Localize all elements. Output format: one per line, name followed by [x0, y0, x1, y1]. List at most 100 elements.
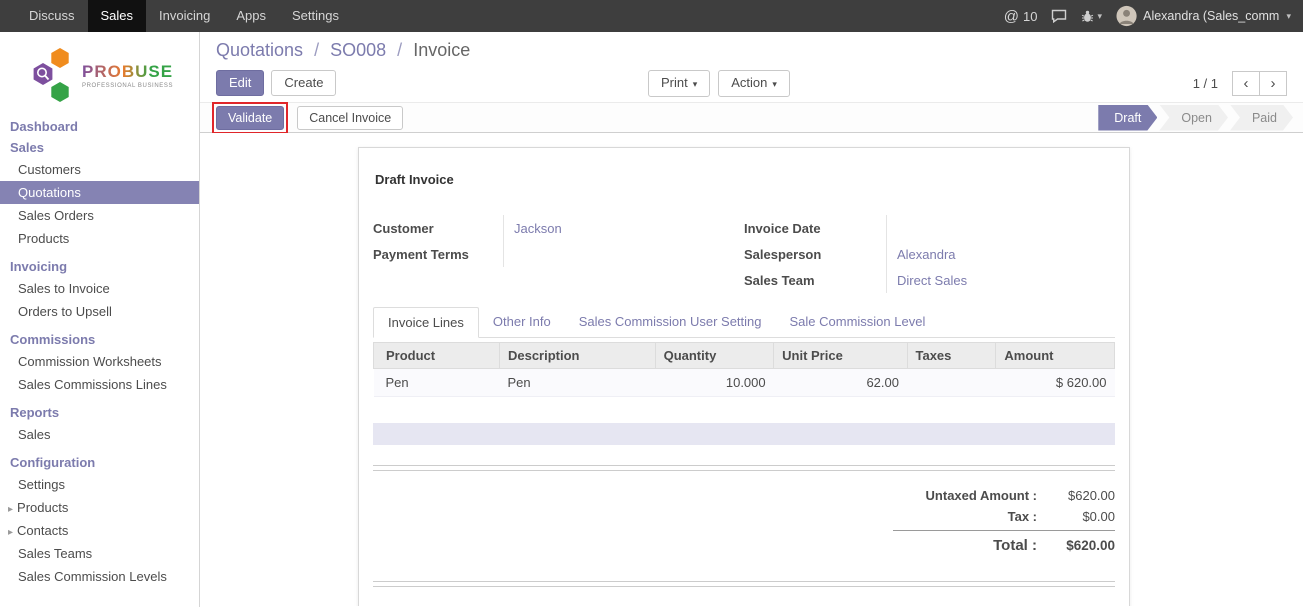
- sidebar-item-quotations[interactable]: Quotations: [0, 181, 199, 204]
- cell-product: Pen: [374, 369, 500, 397]
- breadcrumb-quotations[interactable]: Quotations: [216, 40, 303, 60]
- status-pipeline: Draft Open Paid: [1098, 105, 1293, 131]
- customer-value-link[interactable]: Jackson: [503, 215, 744, 241]
- action-label: Action: [731, 75, 767, 90]
- menu-apps[interactable]: Apps: [223, 0, 279, 32]
- tab-invoice-lines[interactable]: Invoice Lines: [373, 307, 479, 338]
- sidebar-item-commission-worksheets[interactable]: Commission Worksheets: [0, 350, 199, 373]
- col-header-quantity[interactable]: Quantity: [655, 343, 774, 369]
- salesperson-value-link[interactable]: Alexandra: [886, 241, 1115, 267]
- sidebar-item-sales-commissions-lines[interactable]: Sales Commissions Lines: [0, 373, 199, 396]
- invoice-title: Draft Invoice: [375, 172, 1115, 187]
- breadcrumb-so008[interactable]: SO008: [330, 40, 386, 60]
- sidebar-item-orders-to-upsell[interactable]: Orders to Upsell: [0, 300, 199, 323]
- print-dropdown-button[interactable]: Print▾: [648, 70, 710, 97]
- mentions-button[interactable]: @ 10: [1004, 8, 1038, 25]
- sidebar-heading-invoicing[interactable]: Invoicing: [0, 256, 199, 277]
- menu-discuss[interactable]: Discuss: [16, 0, 88, 32]
- pager: 1 / 1 ‹ ›: [1193, 71, 1287, 96]
- sidebar-heading-commissions[interactable]: Commissions: [0, 329, 199, 350]
- untaxed-amount-value: $620.00: [1037, 488, 1115, 503]
- annotation-highlight-box: Validate: [212, 102, 288, 134]
- salesperson-label: Salesperson: [744, 247, 886, 262]
- col-header-product[interactable]: Product: [374, 343, 500, 369]
- sidebar-heading-configuration[interactable]: Configuration: [0, 452, 199, 473]
- tax-row: Tax : $0.00: [893, 506, 1115, 527]
- next-page-button[interactable]: ›: [1259, 71, 1287, 96]
- messages-button[interactable]: [1051, 9, 1067, 23]
- col-header-taxes[interactable]: Taxes: [907, 343, 996, 369]
- sidebar-item-sales-teams[interactable]: Sales Teams: [0, 542, 199, 565]
- menu-settings[interactable]: Settings: [279, 0, 352, 32]
- total-label: Total :: [993, 537, 1037, 554]
- sidebar-item-customers[interactable]: Customers: [0, 158, 199, 181]
- sidebar-item-config-products[interactable]: ▸Products: [0, 496, 199, 519]
- tab-sales-commission-user-setting[interactable]: Sales Commission User Setting: [565, 307, 776, 337]
- empty-highlighted-row[interactable]: [373, 423, 1115, 445]
- field-customer: Customer Jackson: [373, 215, 744, 241]
- control-bar: Quotations / SO008 / Invoice Edit Create…: [200, 32, 1303, 102]
- sales-team-label: Sales Team: [744, 273, 886, 288]
- cell-unit-price: 62.00: [774, 369, 907, 397]
- invoice-sheet: Draft Invoice Customer Jackson Payment T…: [358, 147, 1130, 606]
- user-menu[interactable]: Alexandra (Sales_comm.. ▾: [1116, 5, 1291, 27]
- top-navbar: Discuss Sales Invoicing Apps Settings @ …: [0, 0, 1303, 32]
- logo-title: PROBUSE: [82, 62, 173, 82]
- avatar: [1116, 5, 1137, 27]
- payment-terms-label: Payment Terms: [373, 247, 503, 262]
- sidebar-heading-sales[interactable]: Sales: [0, 137, 199, 158]
- field-sales-team: Sales Team Direct Sales: [744, 267, 1115, 293]
- bug-icon: [1081, 10, 1094, 23]
- prev-page-button[interactable]: ‹: [1232, 71, 1260, 96]
- caret-down-icon: ▾: [1286, 11, 1291, 22]
- cell-description: Pen: [499, 369, 655, 397]
- sidebar-item-sales-orders[interactable]: Sales Orders: [0, 204, 199, 227]
- tab-sale-commission-level[interactable]: Sale Commission Level: [776, 307, 940, 337]
- create-button[interactable]: Create: [271, 70, 336, 96]
- sales-team-value-link[interactable]: Direct Sales: [886, 267, 1115, 293]
- table-header-row: Product Description Quantity Unit Price …: [374, 343, 1115, 369]
- table-row[interactable]: Pen Pen 10.000 62.00 $ 620.00: [374, 369, 1115, 397]
- state-paid[interactable]: Paid: [1230, 105, 1293, 131]
- sidebar-item-config-contacts[interactable]: ▸Contacts: [0, 519, 199, 542]
- print-label: Print: [661, 75, 688, 90]
- col-header-description[interactable]: Description: [499, 343, 655, 369]
- edit-button[interactable]: Edit: [216, 70, 264, 96]
- cancel-invoice-button[interactable]: Cancel Invoice: [297, 106, 403, 130]
- sidebar-item-label: Contacts: [17, 523, 68, 538]
- totals-block: Untaxed Amount : $620.00 Tax : $0.00 Tot…: [893, 485, 1115, 557]
- col-header-unit-price[interactable]: Unit Price: [774, 343, 907, 369]
- debug-menu-button[interactable]: ▾: [1081, 10, 1102, 23]
- user-name: Alexandra (Sales_comm..: [1143, 9, 1280, 23]
- untaxed-amount-row: Untaxed Amount : $620.00: [893, 485, 1115, 506]
- sidebar-item-settings[interactable]: Settings: [0, 473, 199, 496]
- invoice-lines-table: Product Description Quantity Unit Price …: [373, 342, 1115, 397]
- validate-button[interactable]: Validate: [216, 106, 284, 130]
- field-payment-terms: Payment Terms: [373, 241, 744, 267]
- menu-sales[interactable]: Sales: [88, 0, 147, 32]
- payment-terms-value[interactable]: [503, 241, 744, 267]
- breadcrumb-current: Invoice: [413, 40, 470, 60]
- sidebar: PROBUSE PROFESSIONAL BUSINESS Dashboard …: [0, 32, 200, 607]
- field-salesperson: Salesperson Alexandra: [744, 241, 1115, 267]
- buttons-row: Edit Create Print▾ Action▾ 1 / 1 ‹ ›: [216, 70, 1287, 96]
- state-draft[interactable]: Draft: [1098, 105, 1157, 131]
- sidebar-item-sales-commission-levels[interactable]: Sales Commission Levels: [0, 565, 199, 588]
- sidebar-item-products[interactable]: Products: [0, 227, 199, 250]
- menu-invoicing[interactable]: Invoicing: [146, 0, 223, 32]
- field-group-right: Invoice Date Salesperson Alexandra Sales…: [744, 215, 1115, 293]
- action-dropdown-button[interactable]: Action▾: [718, 70, 790, 97]
- tab-other-info[interactable]: Other Info: [479, 307, 565, 337]
- invoice-date-label: Invoice Date: [744, 221, 886, 236]
- sidebar-item-sales-report[interactable]: Sales: [0, 423, 199, 446]
- sidebar-heading-dashboard[interactable]: Dashboard: [0, 116, 199, 137]
- sidebar-heading-reports[interactable]: Reports: [0, 402, 199, 423]
- form-view-area: Draft Invoice Customer Jackson Payment T…: [200, 133, 1303, 606]
- col-header-amount[interactable]: Amount: [996, 343, 1115, 369]
- field-group-left: Customer Jackson Payment Terms: [373, 215, 744, 293]
- invoice-date-value[interactable]: [886, 215, 1115, 241]
- sidebar-item-sales-to-invoice[interactable]: Sales to Invoice: [0, 277, 199, 300]
- chat-icon: [1051, 9, 1067, 23]
- tax-label: Tax :: [1008, 509, 1037, 524]
- state-open[interactable]: Open: [1159, 105, 1228, 131]
